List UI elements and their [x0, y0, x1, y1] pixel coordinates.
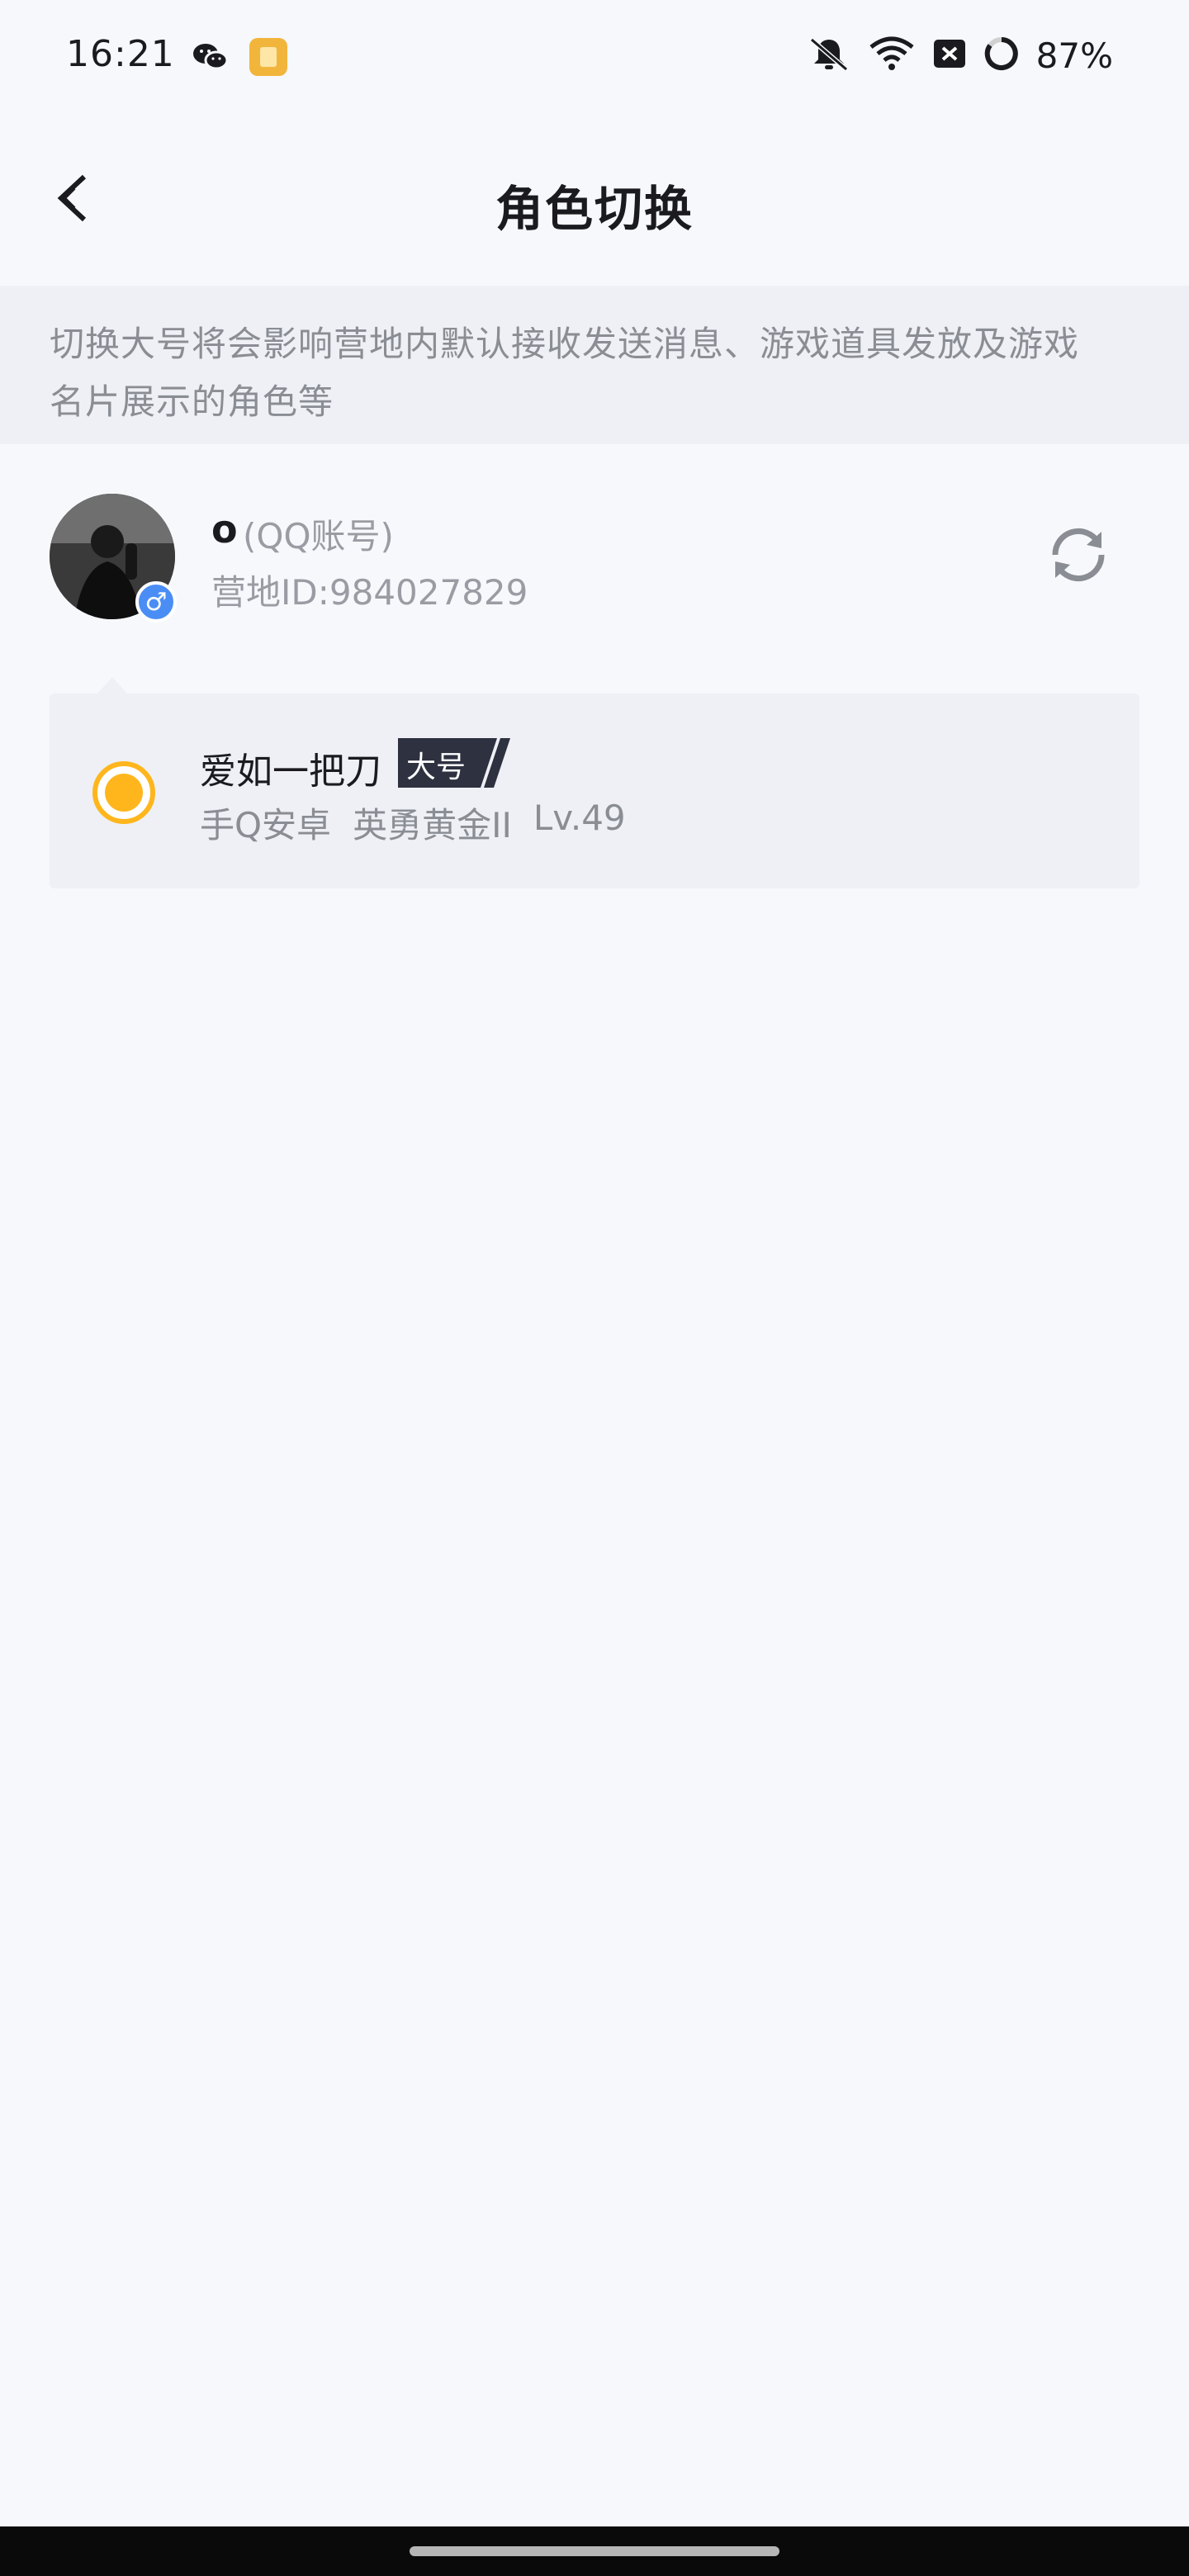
notice-text-line2: 名片展示的角色等: [50, 381, 334, 422]
status-bar: 16:21 87%: [0, 0, 1189, 116]
wechat-icon: [192, 40, 230, 73]
wifi-icon: [868, 36, 916, 75]
role-name: 爱如一把刀: [200, 751, 381, 793]
role-switch-page: 16:21 87% 角色切换 切换大号将会影响营地内默认接收发送消息、游戏道具发…: [0, 0, 1189, 2576]
refresh-button[interactable]: [1044, 520, 1113, 590]
role-radio-selected[interactable]: [92, 761, 155, 824]
camp-id: 营地ID:984027829: [211, 572, 528, 613]
home-gesture-handle[interactable]: [410, 2546, 779, 2556]
account-name: o: [211, 507, 238, 552]
notice-banner: 切换大号将会影响营地内默认接收发送消息、游戏道具发放及游戏 名片展示的角色等: [0, 286, 1189, 444]
notice-text-line1: 切换大号将会影响营地内默认接收发送消息、游戏道具发放及游戏: [50, 324, 1080, 364]
status-right-icons: 87%: [807, 35, 1113, 76]
status-time: 16:21: [66, 33, 175, 75]
sim-off-icon: [932, 36, 967, 74]
role-card-pointer: [97, 677, 127, 694]
main-account-tag: 大号: [398, 738, 512, 788]
role-platform: 手Q安卓: [200, 805, 332, 845]
role-meta: 手Q安卓 英勇黄金II Lv.49: [200, 798, 626, 848]
mute-icon: [807, 35, 851, 76]
account-type: (QQ账号): [243, 516, 394, 556]
role-rank: 英勇黄金II: [353, 805, 512, 845]
role-tag-label: 大号: [406, 751, 467, 784]
refresh-icon: [1052, 528, 1105, 582]
page-title: 角色切换: [495, 181, 694, 237]
book-app-icon: [249, 38, 287, 76]
system-nav-bar: [0, 2526, 1189, 2576]
role-card[interactable]: 爱如一把刀 大号 手Q安卓 英勇黄金II Lv.49: [50, 694, 1139, 888]
account-row: ♂ o (QQ账号) 营地ID:984027829: [0, 484, 1189, 624]
status-left-icons: [192, 38, 287, 76]
battery-ring-icon: [983, 36, 1020, 75]
battery-percent: 87%: [1035, 35, 1113, 76]
male-icon: ♂: [135, 581, 177, 623]
header: 角色切换: [0, 116, 1189, 286]
role-level: Lv.49: [533, 798, 626, 838]
